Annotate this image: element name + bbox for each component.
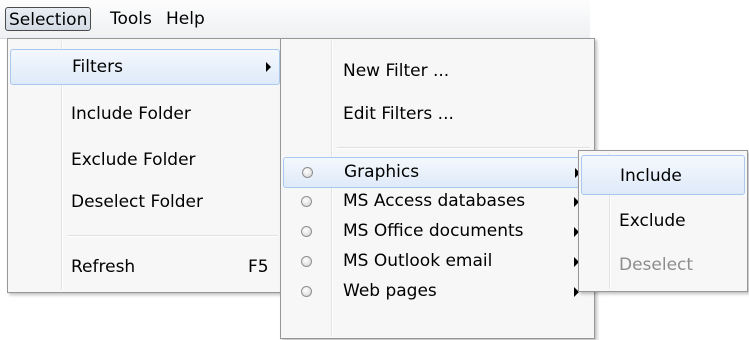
menu-separator [337,147,590,149]
menu-item-edit-filters[interactable]: Edit Filters ... [283,96,592,132]
menu-item-include-folder-label: Include Folder [71,104,191,124]
radio-icon [301,256,312,267]
menubar-selection[interactable]: Selection [5,7,92,31]
submenu-arrow-icon [266,62,271,72]
radio-icon [301,196,312,207]
menu-item-filters[interactable]: Filters [10,49,280,85]
menu-item-deselect: Deselect [581,247,745,283]
menu-item-refresh[interactable]: Refresh F5 [10,251,280,287]
selection-menu: Filters Include Folder Exclude Folder De… [7,38,283,293]
menu-bar: Selection Tools Help [0,0,590,39]
menu-item-filters-label: Filters [72,57,123,77]
menu-item-deselect-folder-label: Deselect Folder [71,192,203,212]
menu-item-web-pages[interactable]: Web pages [283,277,592,307]
menu-item-exclude[interactable]: Exclude [581,201,745,241]
menu-item-edit-filters-label: Edit Filters ... [343,104,454,124]
menu-item-include-label: Include [620,166,682,186]
menubar-tools[interactable]: Tools [107,7,155,31]
menu-item-ms-access-label: MS Access databases [343,191,526,211]
menu-item-exclude-folder[interactable]: Exclude Folder [10,143,280,179]
menu-item-refresh-label: Refresh [71,257,136,277]
menu-item-ms-office-label: MS Office documents [343,221,524,241]
menu-item-web-pages-label: Web pages [343,281,437,301]
filters-submenu: New Filter ... Edit Filters ... Graphics… [280,38,595,339]
menu-item-new-filter[interactable]: New Filter ... [283,53,592,89]
graphics-submenu: Include Exclude Deselect [578,150,748,292]
menu-item-ms-outlook[interactable]: MS Outlook email [283,247,592,277]
menu-item-ms-outlook-label: MS Outlook email [343,251,493,271]
menu-item-ms-office[interactable]: MS Office documents [283,217,592,247]
menu-item-ms-access[interactable]: MS Access databases [283,187,592,217]
menu-item-graphics-label: Graphics [344,162,420,182]
menu-item-exclude-folder-label: Exclude Folder [71,150,196,170]
menu-item-deselect-folder[interactable]: Deselect Folder [10,185,280,221]
menu-item-include[interactable]: Include [581,155,745,195]
radio-icon [301,286,312,297]
menu-item-deselect-label: Deselect [619,255,694,275]
menu-separator [68,235,278,237]
radio-icon [301,226,312,237]
refresh-shortcut: F5 [248,257,269,277]
menu-item-exclude-label: Exclude [619,211,686,231]
radio-icon [302,167,313,178]
menu-item-include-folder[interactable]: Include Folder [10,97,280,133]
menubar-help[interactable]: Help [163,7,208,31]
menu-item-new-filter-label: New Filter ... [343,61,450,81]
menu-item-graphics[interactable]: Graphics [283,157,592,188]
